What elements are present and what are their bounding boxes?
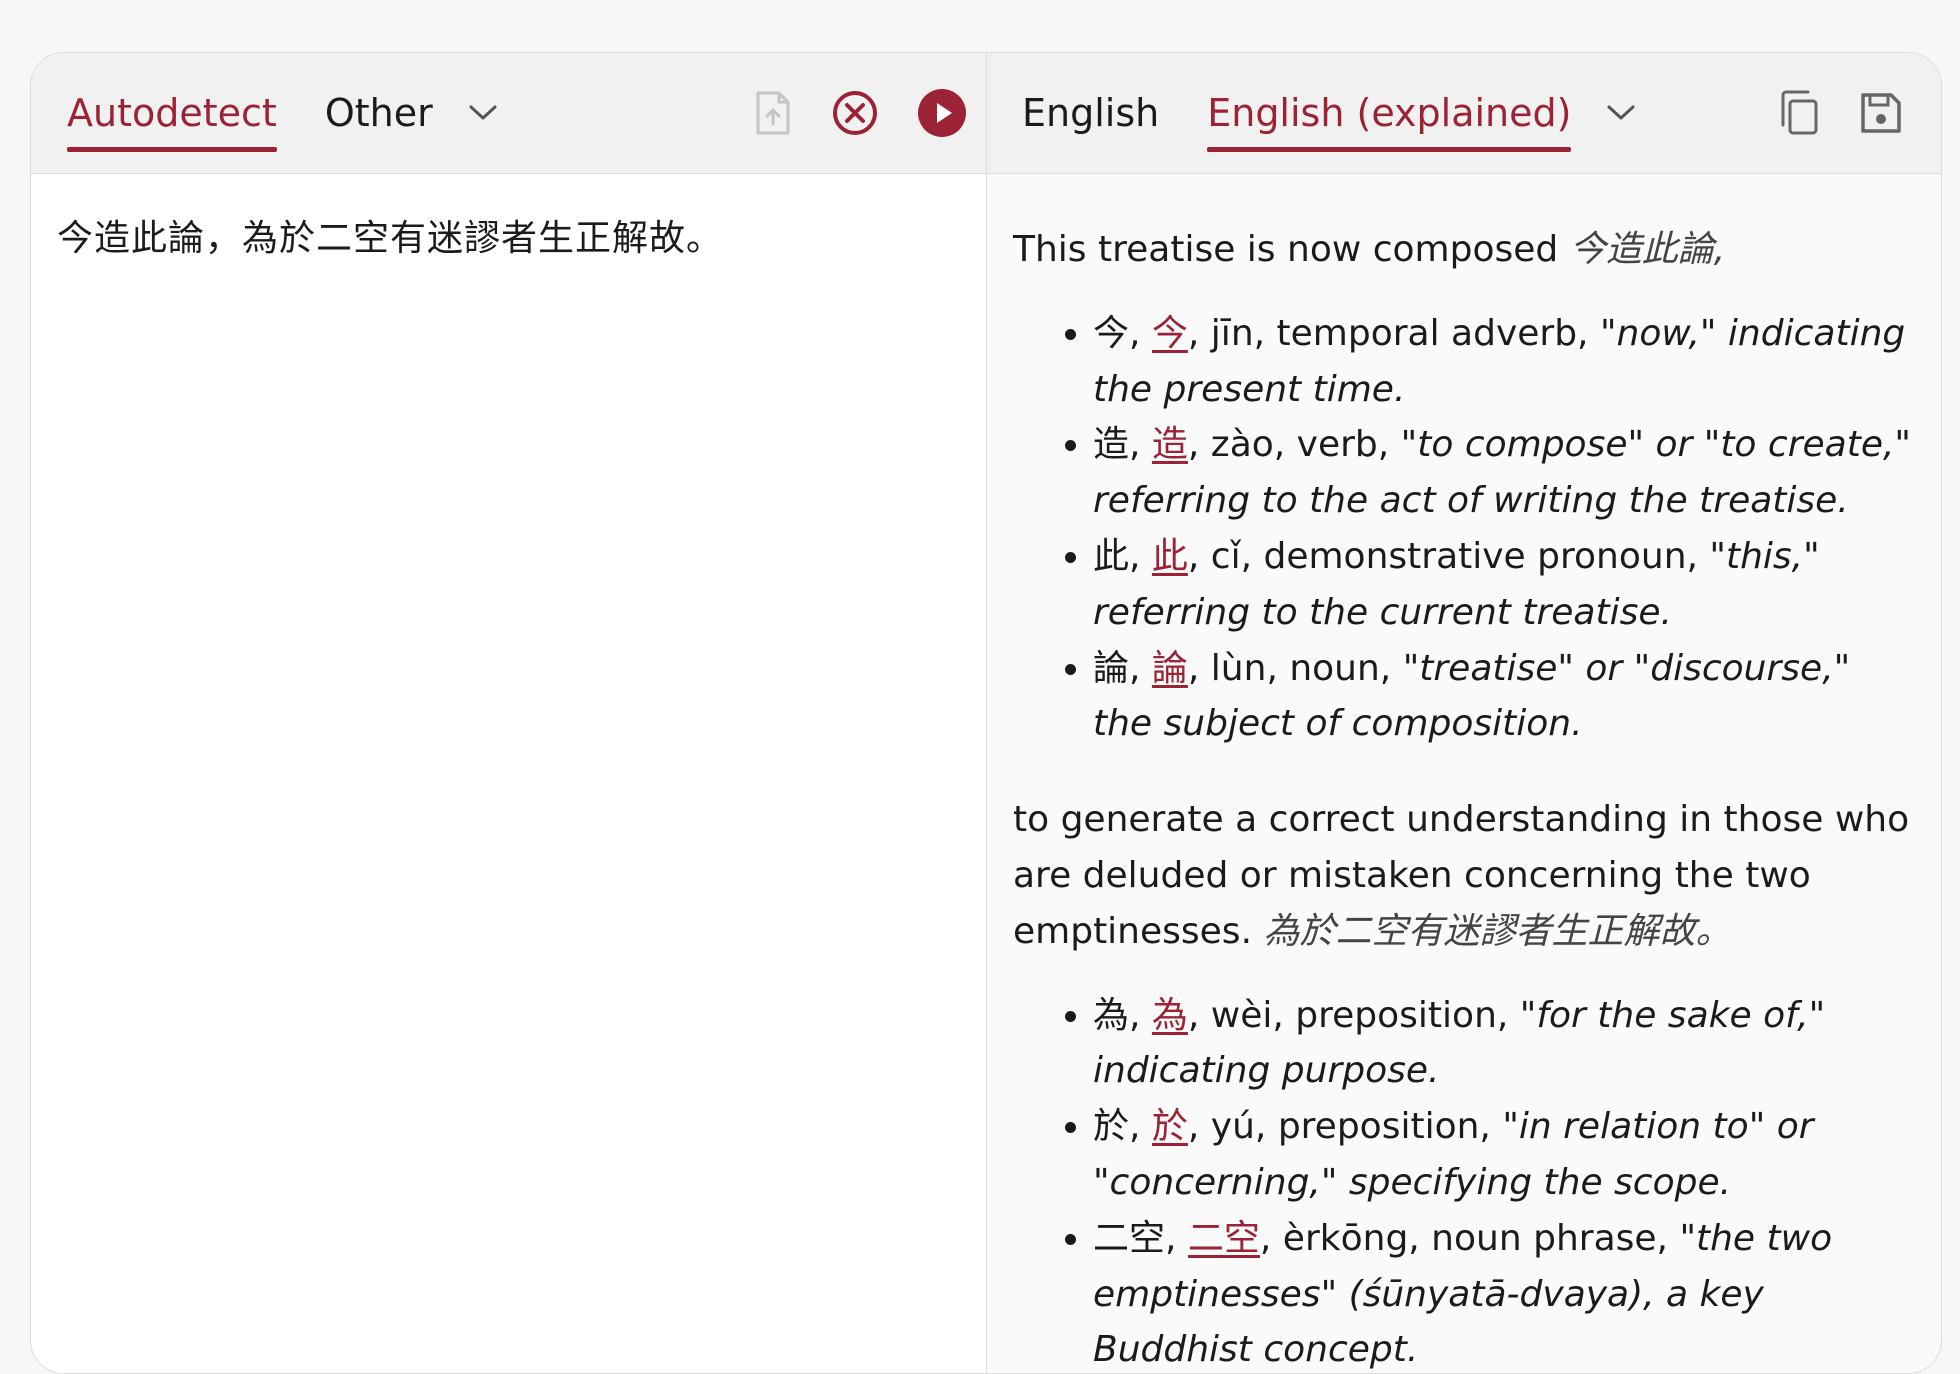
translation-card: Autodetect Other 今造此論，為於二空有迷謬者生正解故。 Engl… (30, 52, 1942, 1374)
chevron-down-icon[interactable] (1601, 93, 1641, 133)
list-item: 於, 於, yú, preposition, "in relation to" … (1093, 1099, 1915, 1211)
source-text-area[interactable]: 今造此論，為於二空有迷謬者生正解故。 (31, 174, 986, 304)
copy-icon[interactable] (1771, 85, 1827, 141)
term-list: 今, 今, jīn, temporal adverb, "now," indic… (1013, 306, 1915, 752)
clear-icon[interactable] (827, 85, 883, 141)
term-list: 為, 為, wèi, preposition, "for the sake of… (1013, 988, 1915, 1373)
term-link[interactable]: 二空 (1188, 1218, 1260, 1259)
term-link[interactable]: 為 (1152, 995, 1188, 1036)
upload-file-icon[interactable] (745, 85, 801, 141)
list-item: 二空, 二空, èrkōng, noun phrase, "the two em… (1093, 1211, 1915, 1373)
list-item: 為, 為, wèi, preposition, "for the sake of… (1093, 988, 1915, 1100)
list-item: 今, 今, jīn, temporal adverb, "now," indic… (1093, 306, 1915, 418)
tab-english-explained[interactable]: English (explained) (1207, 94, 1572, 152)
tab-autodetect[interactable]: Autodetect (67, 94, 277, 152)
save-icon[interactable] (1853, 85, 1909, 141)
term-link[interactable]: 於 (1152, 1106, 1188, 1147)
tab-english[interactable]: English (1022, 94, 1159, 132)
sentence-translation: This treatise is now composed (1013, 229, 1559, 270)
sentence-source: 今造此論, (1569, 229, 1726, 270)
sentence-source: 為於二空有迷謬者生正解故。 (1263, 910, 1732, 952)
term-link[interactable]: 今 (1152, 313, 1188, 354)
explained-output: This treatise is now composed 今造此論, 今, 今… (987, 174, 1941, 1373)
list-item: 造, 造, zào, verb, "to compose" or "to cre… (1093, 417, 1915, 529)
term-link[interactable]: 論 (1152, 648, 1188, 689)
sentence-paragraph: This treatise is now composed 今造此論, (1013, 222, 1915, 278)
target-pane: English English (explained) This treatis… (987, 53, 1941, 1373)
target-toolbar: English English (explained) (987, 53, 1941, 174)
list-item: 此, 此, cǐ, demonstrative pronoun, "this,"… (1093, 529, 1915, 641)
play-icon[interactable] (914, 85, 970, 141)
term-link[interactable]: 此 (1152, 536, 1188, 577)
source-pane: Autodetect Other 今造此論，為於二空有迷謬者生正解故。 (31, 53, 987, 1373)
tab-other[interactable]: Other (325, 94, 433, 132)
list-item: 論, 論, lùn, noun, "treatise" or "discours… (1093, 641, 1915, 753)
chevron-down-icon[interactable] (463, 93, 503, 133)
sentence-paragraph: to generate a correct understanding in t… (1013, 792, 1915, 959)
term-link[interactable]: 造 (1152, 424, 1188, 465)
source-toolbar: Autodetect Other (31, 53, 986, 174)
